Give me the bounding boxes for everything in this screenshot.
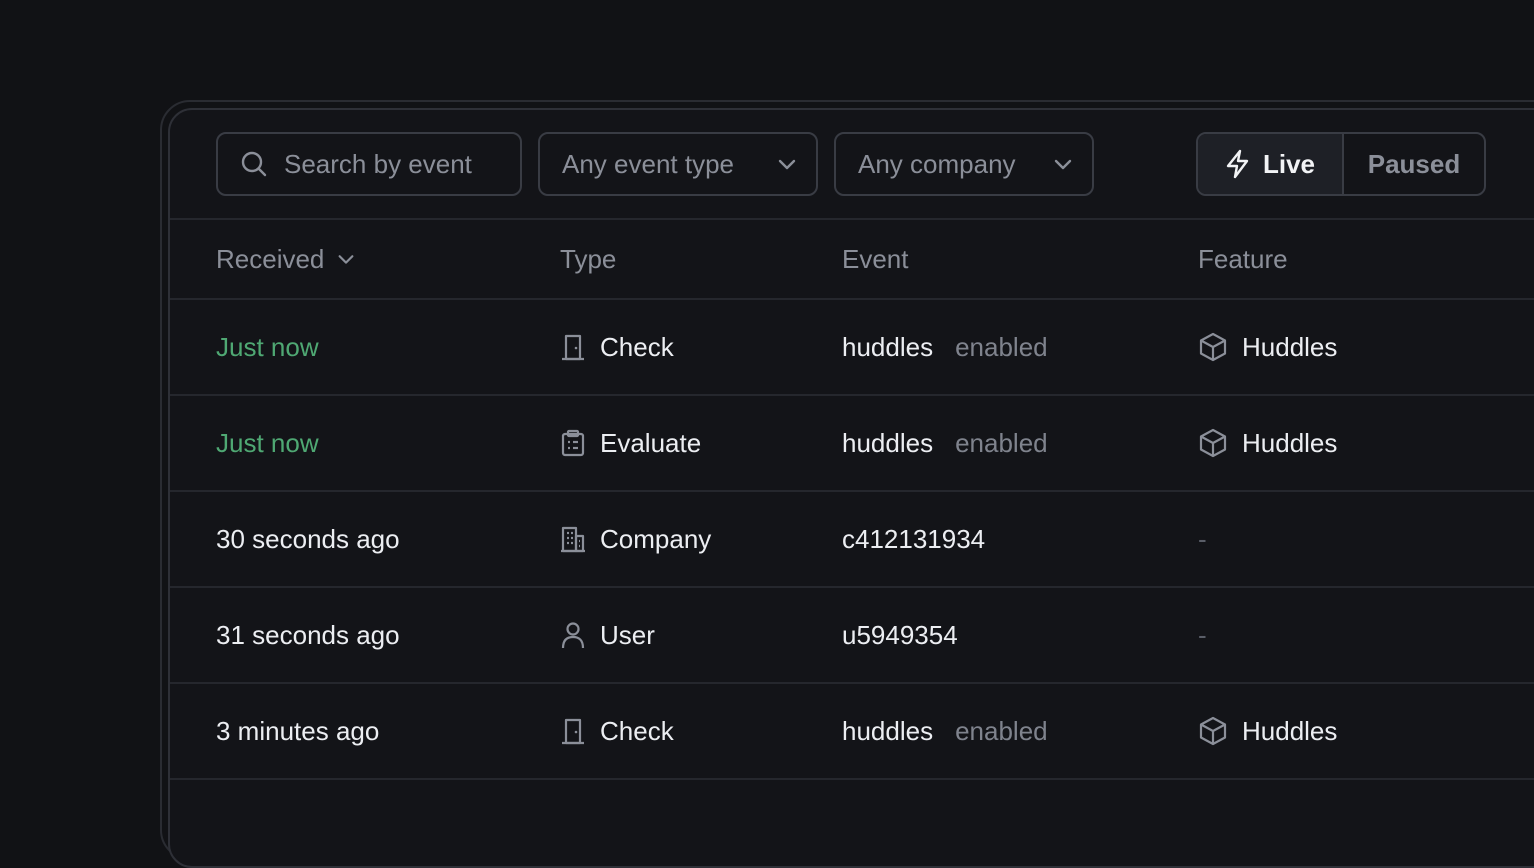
column-header-feature: Feature (1198, 220, 1288, 298)
feature-cell: - (1198, 492, 1207, 586)
table-header: Received Type Event Feature (170, 220, 1534, 300)
feature-cell: Huddles (1198, 300, 1337, 394)
chevron-down-icon (1052, 153, 1074, 175)
feature-empty: - (1198, 523, 1207, 554)
company-select[interactable]: Any company (834, 132, 1094, 196)
type-cell: Check (560, 300, 674, 394)
event-cell: c412131934 (842, 492, 985, 586)
clipboard-icon (560, 429, 586, 457)
type-label: Company (600, 523, 712, 554)
table-row[interactable]: 3 minutes ago Check huddles enabled Huddles (170, 684, 1534, 780)
door-icon (560, 717, 586, 745)
event-header-label: Event (842, 243, 909, 274)
live-paused-toggle: Live Paused (1196, 132, 1486, 196)
received-time: Just now (216, 331, 319, 362)
type-label: Check (600, 715, 674, 746)
feature-cell: Huddles (1198, 684, 1337, 778)
event-name: huddles (842, 715, 934, 746)
event-name: c412131934 (842, 523, 986, 554)
event-cell: huddles enabled (842, 684, 1048, 778)
events-panel: Search by event Any event type Any compa… (168, 108, 1534, 868)
received-time: 3 minutes ago (216, 715, 380, 746)
event-name: huddles (842, 331, 934, 362)
type-cell: Evaluate (560, 396, 701, 490)
search-input[interactable]: Search by event (216, 132, 522, 196)
feature-name: Huddles (1242, 331, 1338, 362)
chevron-down-icon (336, 249, 356, 269)
type-cell: User (560, 588, 655, 682)
cube-icon (1198, 716, 1228, 746)
event-cell: huddles enabled (842, 300, 1048, 394)
received-time: 30 seconds ago (216, 523, 400, 554)
paused-button[interactable]: Paused (1344, 134, 1484, 194)
cube-icon (1198, 332, 1228, 362)
door-icon (560, 333, 586, 361)
building-icon (560, 525, 586, 553)
lightning-icon (1225, 149, 1263, 179)
column-header-type: Type (560, 220, 616, 298)
feature-name: Huddles (1242, 427, 1338, 458)
toolbar: Search by event Any event type Any compa… (170, 110, 1534, 220)
received-cell: 3 minutes ago (216, 684, 379, 778)
cube-icon (1198, 428, 1228, 458)
event-type-select[interactable]: Any event type (538, 132, 818, 196)
feature-empty: - (1198, 619, 1207, 650)
company-label: Any company (858, 148, 1016, 179)
event-action: enabled (955, 331, 1048, 362)
event-type-label: Any event type (562, 148, 734, 179)
received-cell: Just now (216, 396, 319, 490)
event-name: huddles (842, 427, 934, 458)
feature-header-label: Feature (1198, 243, 1288, 274)
received-cell: 31 seconds ago (216, 588, 400, 682)
column-header-received[interactable]: Received (216, 220, 356, 298)
column-header-event: Event (842, 220, 909, 298)
event-cell: u5949354 (842, 588, 958, 682)
type-label: Check (600, 331, 674, 362)
table-row[interactable]: 30 seconds ago Company c412131934 - (170, 492, 1534, 588)
received-time: Just now (216, 427, 319, 458)
feature-cell: - (1198, 588, 1207, 682)
received-header-label: Received (216, 243, 325, 274)
type-header-label: Type (560, 243, 617, 274)
feature-name: Huddles (1242, 715, 1338, 746)
table-row[interactable]: Just now Evaluate huddles enabled Huddles (170, 396, 1534, 492)
search-placeholder: Search by event (284, 148, 472, 179)
type-cell: Check (560, 684, 674, 778)
table-row[interactable]: Just now Check huddles enabled Huddles (170, 300, 1534, 396)
paused-label: Paused (1367, 148, 1461, 179)
received-cell: Just now (216, 300, 319, 394)
received-time: 31 seconds ago (216, 619, 400, 650)
event-cell: huddles enabled (842, 396, 1048, 490)
received-cell: 30 seconds ago (216, 492, 400, 586)
table-row[interactable]: 31 seconds ago User u5949354 - (170, 588, 1534, 684)
live-label: Live (1262, 148, 1316, 179)
event-action: enabled (955, 427, 1048, 458)
live-button[interactable]: Live (1198, 134, 1344, 194)
user-icon (560, 621, 586, 649)
event-name: u5949354 (842, 619, 958, 650)
type-label: Evaluate (600, 427, 702, 458)
feature-cell: Huddles (1198, 396, 1337, 490)
search-icon (240, 150, 284, 178)
event-action: enabled (955, 715, 1048, 746)
type-label: User (600, 619, 655, 650)
chevron-down-icon (776, 153, 798, 175)
type-cell: Company (560, 492, 711, 586)
